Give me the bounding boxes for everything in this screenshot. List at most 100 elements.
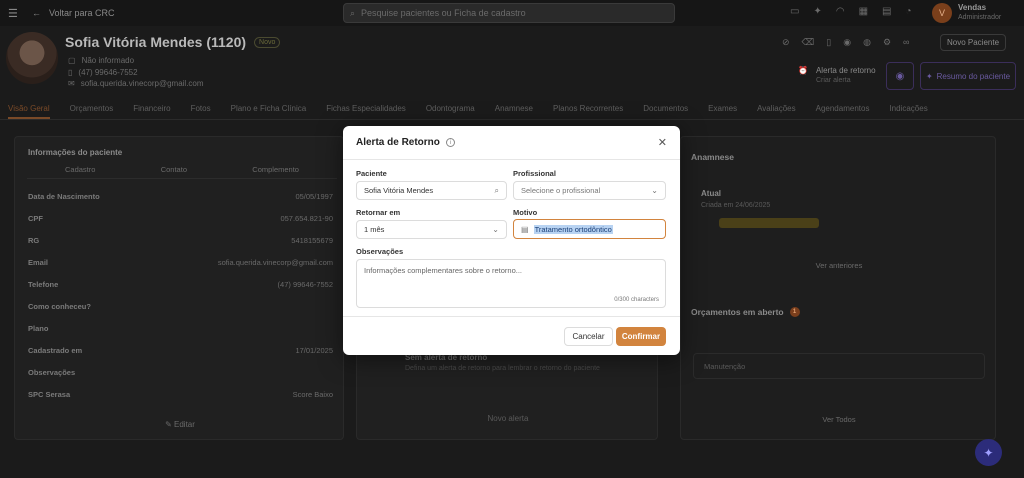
count-badge: 1 xyxy=(789,307,800,317)
patient-doc: Não informado xyxy=(81,56,135,65)
summary-label: Resumo do paciente xyxy=(936,71,1011,81)
bell-icon[interactable]: ◔ xyxy=(905,6,911,17)
chevron-down-icon: ⌄ xyxy=(651,186,658,195)
phone-icon[interactable]: ▯ xyxy=(826,37,831,48)
tab-10[interactable]: Exames xyxy=(708,100,737,119)
info-rows: Data de Nascimento 05/05/1997 CPF 057.654.8… xyxy=(28,192,333,412)
info-row: CPF 057.654.821-90 xyxy=(28,214,333,236)
user-name: Vendas xyxy=(958,3,987,12)
return-select[interactable]: 1 mês ⌄ xyxy=(356,220,507,239)
tab-13[interactable]: Indicações xyxy=(889,100,927,119)
reason-label: Motivo xyxy=(513,208,538,217)
ai-assistant-button[interactable]: ✦ xyxy=(975,439,1002,466)
edit-button[interactable]: ✎ Editar xyxy=(15,420,345,429)
back-link[interactable]: ← Voltar para CRC xyxy=(32,8,115,18)
tab-9[interactable]: Documentos xyxy=(643,100,688,119)
whatsapp-icon[interactable]: ◉ xyxy=(843,37,851,48)
tab-1[interactable]: Orçamentos xyxy=(70,100,114,119)
info-row: Telefone (47) 99646-7552 xyxy=(28,280,333,302)
tab-11[interactable]: Avaliações xyxy=(757,100,796,119)
avatar: V xyxy=(932,3,952,23)
budgets-title: Orçamentos em aberto xyxy=(691,307,784,317)
column-tab-2[interactable]: Complemento xyxy=(252,165,299,174)
tab-8[interactable]: Planos Recorrentes xyxy=(553,100,623,119)
cancel-button[interactable]: Cancelar xyxy=(564,327,613,346)
patient-label: Paciente xyxy=(356,169,387,178)
reason-value: Tratamento ortodôntico xyxy=(533,224,613,234)
headset-icon[interactable]: ◠ xyxy=(836,6,845,17)
info-key: Cadastrado em xyxy=(28,346,83,355)
notes-label: Observações xyxy=(356,247,404,256)
alert-label: Alerta de retorno xyxy=(815,66,876,75)
professional-select[interactable]: Selecione o profissional ⌄ xyxy=(513,181,666,200)
top-icons: ▭ ✦ ◠ ▦ ▤ ◔ xyxy=(790,6,912,17)
notes-textarea[interactable]: Informações complementares sobre o retor… xyxy=(356,259,666,308)
sparkle-icon: ✦ xyxy=(983,445,994,460)
professional-placeholder: Selecione o profissional xyxy=(521,186,601,195)
right-panel: Anamnese Atual Criada em 24/06/2025 Ver a… xyxy=(680,136,996,440)
reason-input[interactable]: ▤ Tratamento ortodôntico xyxy=(513,219,666,239)
tab-2[interactable]: Financeiro xyxy=(133,100,170,119)
info-value: sofia.querida.vinecorp@gmail.com xyxy=(217,258,333,267)
tab-3[interactable]: Fotos xyxy=(191,100,211,119)
chevron-down-icon: ⌄ xyxy=(492,225,499,234)
close-icon[interactable]: ✕ xyxy=(658,136,667,149)
anamnese-item-date: Criada em 24/06/2025 xyxy=(701,202,771,209)
info-key: Plano xyxy=(28,324,49,333)
budget-row[interactable]: Manutenção xyxy=(693,353,985,379)
sparkle-icon[interactable]: ✦ xyxy=(813,6,821,17)
tab-4[interactable]: Plano e Ficha Clínica xyxy=(231,100,307,119)
return-alert-panel: Sem alerta de retorno Defina um alerta d… xyxy=(356,340,658,440)
info-row: Data de Nascimento 05/05/1997 xyxy=(28,192,333,214)
info-key: Email xyxy=(28,258,49,267)
search-input[interactable]: ⌕ Pesquise pacientes ou Ficha de cadastro xyxy=(343,3,675,23)
chart-icon[interactable]: ▤ xyxy=(882,6,891,17)
settings-icon[interactable]: ⚙ xyxy=(883,37,891,48)
video-icon[interactable]: ▭ xyxy=(790,6,799,17)
column-tab-0[interactable]: Cadastro xyxy=(65,165,95,174)
return-value: 1 mês xyxy=(364,225,385,234)
see-all-link[interactable]: Ver Todos xyxy=(681,415,997,424)
info-value: 05/05/1997 xyxy=(295,192,333,201)
confirm-button[interactable]: Confirmar xyxy=(616,327,666,346)
eye-button[interactable]: ◉ xyxy=(886,62,914,90)
column-tab-1[interactable]: Contato xyxy=(161,165,187,174)
cancel-icon[interactable]: ⊘ xyxy=(782,37,790,48)
info-value: 057.654.821-90 xyxy=(280,214,333,223)
tab-5[interactable]: Fichas Especialidades xyxy=(326,100,406,119)
info-row: RG 5418155679 xyxy=(28,236,333,258)
link-icon[interactable]: ∞ xyxy=(903,37,909,48)
header-actions: ⊘ ⌫ ▯ ◉ ◍ ⚙ ∞ xyxy=(782,37,909,48)
tab-12[interactable]: Agendamentos xyxy=(816,100,870,119)
status-badge: Novo xyxy=(254,36,281,48)
trash-icon[interactable]: ⌫ xyxy=(802,37,815,48)
tab-0[interactable]: Visão Geral xyxy=(8,100,50,119)
see-previous-link[interactable]: Ver anteriores xyxy=(681,261,997,270)
anamnese-item[interactable]: Atual Criada em 24/06/2025 xyxy=(701,189,770,209)
sparkle-icon: ✦ xyxy=(925,71,933,81)
new-alert-button[interactable]: Novo alerta xyxy=(357,414,659,423)
info-row: Como conheceu? xyxy=(28,302,333,324)
globe-icon[interactable]: ◍ xyxy=(863,37,871,48)
info-value: (47) 99646-7552 xyxy=(277,280,333,289)
info-key: CPF xyxy=(28,214,43,223)
info-icon[interactable]: i xyxy=(445,138,455,147)
patient-field[interactable]: Sofia Vitória Mendes ⌕ xyxy=(356,181,507,200)
apps-icon[interactable]: ▦ xyxy=(859,6,868,17)
phone-icon: ▯ xyxy=(68,67,73,77)
new-patient-button[interactable]: Novo Paciente xyxy=(940,34,1007,51)
tab-6[interactable]: Odontograma xyxy=(426,100,475,119)
info-row: Plano xyxy=(28,324,333,346)
return-alert-modal: Alerta de Retorno i ✕ Paciente Sofia Vitó… xyxy=(343,126,680,355)
panel-title: Informações do paciente xyxy=(28,148,123,157)
return-alert-info[interactable]: ⏰ Alerta de retorno Criar alerta xyxy=(798,66,876,86)
patient-summary-button[interactable]: ✦ Resumo do paciente xyxy=(920,62,1016,90)
info-key: Data de Nascimento xyxy=(28,192,100,201)
tab-7[interactable]: Anamnese xyxy=(495,100,533,119)
patient-email: sofia.querida.vinecorp@gmail.com xyxy=(80,79,204,88)
user-menu[interactable]: V Vendas Administrador xyxy=(932,3,1001,23)
notes-placeholder: Informações complementares sobre o retor… xyxy=(364,266,522,275)
patient-value: Sofia Vitória Mendes xyxy=(364,186,434,195)
info-key: RG xyxy=(28,236,40,245)
menu-icon[interactable]: ☰ xyxy=(8,7,20,20)
